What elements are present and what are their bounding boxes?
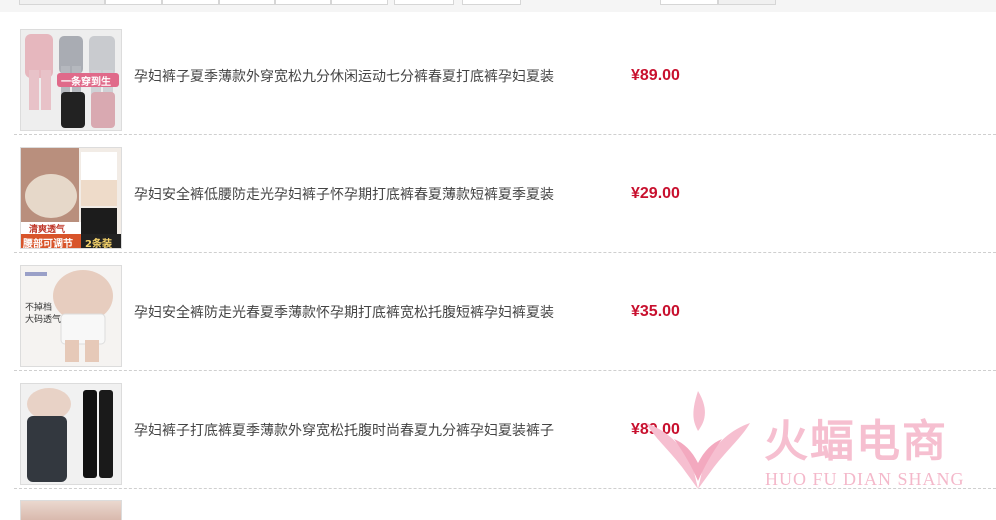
product-row[interactable]: 孕妇裤子打底裤夏季薄款外穿宽松托腹时尚春夏九分裤孕妇夏装裤子 ¥89.00 — [14, 371, 996, 489]
product-row[interactable]: 清爽透气 腰部可调节 2条装 孕妇安全裤低腰防走光孕妇裤子怀孕期打底裤春夏薄款短… — [14, 135, 996, 253]
product-title[interactable]: 孕妇裤子夏季薄款外穿宽松九分休闲运动七分裤春夏打底裤孕妇夏装 — [134, 17, 604, 134]
product-title[interactable]: 孕妇安全裤低腰防走光孕妇裤子怀孕期打底裤春夏薄款短裤夏季夏装 — [134, 135, 604, 252]
product-price: ¥89.00 — [631, 420, 680, 438]
thumbnail-banner-text: 一条穿到生 — [61, 77, 111, 88]
product-row[interactable]: 一条穿到生 孕妇裤子夏季薄款外穿宽松九分休闲运动七分裤春夏打底裤孕妇夏装 ¥89… — [14, 17, 996, 135]
toolbar-tab[interactable] — [105, 0, 162, 5]
product-thumbnail[interactable]: 不掉档 大码透气 — [20, 265, 122, 367]
price-range-max[interactable] — [462, 0, 521, 5]
product-title[interactable]: 孕妇安全裤防走光春夏季薄款怀孕期打底裤宽松托腹短裤孕妇裤夏装 — [134, 253, 604, 370]
toolbar-tab[interactable] — [219, 0, 275, 5]
price-range-min[interactable] — [394, 0, 454, 5]
product-thumbnail[interactable] — [20, 500, 122, 520]
toolbar-tab[interactable] — [275, 0, 331, 5]
toolbar-tab[interactable] — [331, 0, 388, 5]
thumbnail-tag-text: 清爽透气 — [29, 225, 66, 235]
toolbar-tab[interactable] — [162, 0, 219, 5]
product-title[interactable]: 孕妇裤子打底裤夏季薄款外穿宽松托腹时尚春夏九分裤孕妇夏装裤子 — [134, 371, 604, 488]
thumbnail-banner-text: 腰部可调节 — [23, 239, 73, 249]
toolbar-tab[interactable] — [19, 0, 105, 5]
product-row[interactable]: 不掉档 大码透气 孕妇安全裤防走光春夏季薄款怀孕期打底裤宽松托腹短裤孕妇裤夏装 … — [14, 253, 996, 371]
product-thumbnail[interactable]: 清爽透气 腰部可调节 2条装 — [20, 147, 122, 249]
filter-toolbar — [0, 0, 996, 12]
thumbnail-text: 大码透气 — [25, 315, 62, 325]
page-next-button[interactable] — [718, 0, 776, 5]
product-price: ¥29.00 — [631, 184, 680, 202]
page-prev-button[interactable] — [660, 0, 718, 5]
thumbnail-banner-text: 2条装 — [85, 239, 112, 249]
product-price: ¥35.00 — [631, 302, 680, 320]
product-price: ¥89.00 — [631, 66, 680, 84]
product-thumbnail[interactable] — [20, 383, 122, 485]
product-thumbnail[interactable]: 一条穿到生 — [20, 29, 122, 131]
